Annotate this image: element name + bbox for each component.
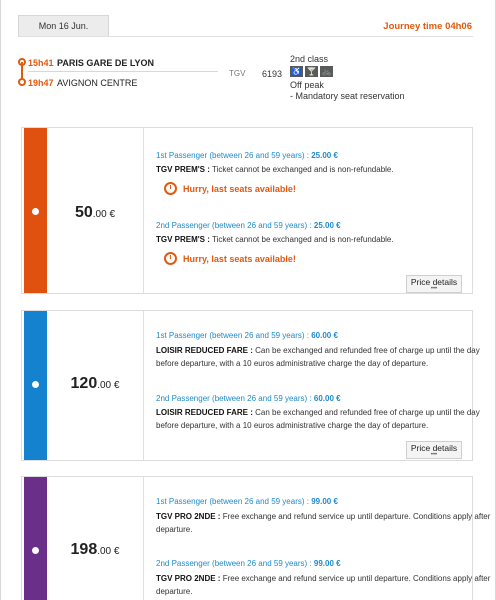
select-radio[interactable]: [32, 547, 39, 554]
price-cents: .00 €: [92, 209, 116, 220]
fare-name: TGV PREM'S :: [156, 235, 210, 244]
ellipsis-icon: •••: [430, 452, 438, 458]
accessible-icon: ♿: [290, 66, 303, 77]
journey-time: Journey time 04h06: [383, 21, 472, 32]
passenger-price: 99.00 €: [311, 497, 338, 506]
fare-card[interactable]: 50.00 € 1st Passenger (between 26 and 59…: [21, 127, 473, 294]
fare-condition: LOISIR REDUCED FARE : Can be exchanged a…: [156, 346, 480, 368]
train-number: 6193: [262, 69, 283, 79]
reservation-note: - Mandatory seat reservation: [290, 91, 405, 101]
price-panel: 198.00 €: [47, 477, 144, 600]
fare-condition: LOISIR REDUCED FARE : Can be exchanged a…: [156, 408, 480, 430]
station-divider: [28, 71, 218, 72]
passenger-label: 1st Passenger (between 26 and 59 years) …: [156, 497, 338, 506]
stopwatch-icon: [164, 182, 177, 195]
passenger-label: 2nd Passenger (between 26 and 59 years) …: [156, 221, 341, 230]
passenger-label: 1st Passenger (between 26 and 59 years) …: [156, 151, 338, 160]
arrival-time: 19h47: [28, 78, 54, 88]
price-panel: 120.00 €: [47, 311, 144, 460]
stopwatch-icon: [164, 252, 177, 265]
train-type: TGV: [229, 69, 246, 78]
bicycle-icon: 🚲: [320, 66, 333, 77]
fare-color-bar: [24, 477, 47, 600]
passenger-price: 25.00 €: [313, 221, 341, 230]
passenger-label: 1st Passenger (between 26 and 59 years) …: [156, 331, 338, 340]
fare-name: LOISIR REDUCED FARE :: [156, 346, 253, 355]
date-tab[interactable]: Mon 16 Jun.: [18, 15, 109, 37]
fare-condition: TGV PRO 2NDE : Free exchange and refund …: [156, 574, 491, 596]
price-panel: 50.00 €: [47, 128, 144, 293]
fare-card[interactable]: 120.00 € 1st Passenger (between 26 and 5…: [21, 310, 480, 461]
fare-color-bar: [24, 128, 47, 293]
departure-station: PARIS GARE DE LYON: [57, 58, 155, 68]
price-main: 198: [70, 541, 98, 558]
price-details-button[interactable]: Price details •••: [406, 275, 462, 293]
passenger-label: 2nd Passenger (between 26 and 59 years) …: [156, 559, 341, 568]
fare-card[interactable]: 198.00 € 1st Passenger (between 26 and 5…: [21, 476, 490, 600]
price-cents: .00 €: [97, 546, 120, 557]
fare-price: 198.00 €: [47, 541, 143, 559]
fare-name: LOISIR REDUCED FARE :: [156, 408, 253, 417]
arrival-station: AVIGNON CENTRE: [57, 78, 138, 88]
fare-condition: TGV PREM'S : Ticket cannot be exchanged …: [156, 165, 394, 174]
fare-price: 120.00 €: [47, 375, 143, 393]
fare-name: TGV PRO 2NDE :: [156, 574, 221, 583]
peak-status: Off peak: [290, 80, 324, 90]
passenger-price: 60.00 €: [311, 331, 338, 340]
header-divider: [18, 36, 473, 37]
availability-alert: Hurry, last seats available!: [164, 182, 296, 195]
fare-price: 50.00 €: [47, 204, 143, 222]
departure-time: 15h41: [28, 58, 54, 68]
fare-condition: TGV PREM'S : Ticket cannot be exchanged …: [156, 235, 394, 244]
fare-name: TGV PRO 2NDE :: [156, 512, 221, 521]
fare-name: TGV PREM'S :: [156, 165, 210, 174]
arrival-dot-icon: [18, 78, 26, 86]
passenger-label: 2nd Passenger (between 26 and 59 years) …: [156, 394, 341, 403]
price-main: 50: [74, 204, 93, 221]
select-radio[interactable]: [32, 208, 39, 215]
train-results-page: Mon 16 Jun. Journey time 04h06 15h41 PAR…: [0, 0, 496, 600]
price-details-button[interactable]: Price details •••: [406, 441, 462, 459]
journey-time-value: 04h06: [445, 21, 472, 32]
service-icons: ♿ 🍸 🚲: [290, 66, 333, 77]
bar-icon: 🍸: [305, 66, 318, 77]
availability-alert: Hurry, last seats available!: [164, 252, 296, 265]
fare-color-bar: [24, 311, 47, 460]
select-radio[interactable]: [32, 381, 39, 388]
travel-class: 2nd class: [290, 54, 329, 64]
passenger-price: 60.00 €: [313, 394, 341, 403]
fare-condition: TGV PRO 2NDE : Free exchange and refund …: [156, 512, 491, 534]
ellipsis-icon: •••: [430, 286, 438, 292]
journey-time-label: Journey time: [383, 21, 443, 32]
price-cents: .00 €: [97, 380, 120, 391]
price-main: 120: [70, 375, 98, 392]
passenger-price: 99.00 €: [313, 559, 341, 568]
passenger-price: 25.00 €: [311, 151, 338, 160]
